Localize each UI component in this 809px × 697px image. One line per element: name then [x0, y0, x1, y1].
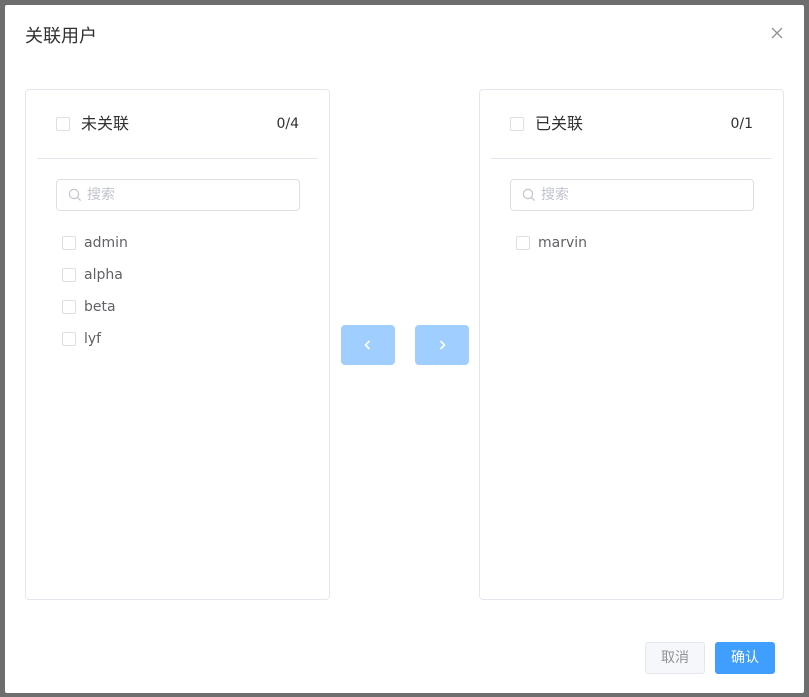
unassociated-panel: 未关联 0/4 admin alpha beta lyf — [25, 89, 330, 600]
chevron-left-icon — [364, 340, 371, 350]
move-to-right-button[interactable] — [415, 325, 469, 365]
dialog-title: 关联用户 — [25, 26, 97, 47]
item-checkbox[interactable] — [516, 236, 530, 250]
chevron-right-icon — [439, 340, 446, 350]
item-checkbox[interactable] — [62, 268, 76, 282]
list-item[interactable]: marvin — [516, 227, 587, 259]
unassociated-list: admin alpha beta lyf — [62, 227, 128, 355]
unassociated-search-input[interactable] — [87, 180, 287, 210]
close-button[interactable] — [770, 25, 784, 39]
associated-search-input[interactable] — [541, 180, 741, 210]
search-icon — [522, 188, 536, 202]
associated-panel-title: 已关联 — [535, 114, 584, 133]
select-all-unassociated-checkbox[interactable] — [56, 117, 70, 131]
unassociated-search — [56, 179, 300, 211]
unassociated-panel-title: 未关联 — [81, 114, 130, 133]
item-label: alpha — [84, 267, 123, 283]
item-checkbox[interactable] — [62, 236, 76, 250]
item-label: beta — [84, 299, 116, 315]
item-checkbox[interactable] — [62, 300, 76, 314]
associated-search — [510, 179, 754, 211]
item-label: admin — [84, 235, 128, 251]
move-to-left-button[interactable] — [341, 325, 395, 365]
item-label: marvin — [538, 235, 588, 251]
list-item[interactable]: alpha — [62, 259, 128, 291]
divider — [37, 158, 318, 159]
divider — [491, 158, 772, 159]
list-item[interactable]: admin — [62, 227, 128, 259]
associated-panel: 已关联 0/1 marvin — [479, 89, 784, 600]
associated-list: marvin — [516, 227, 587, 259]
search-icon — [68, 188, 82, 202]
list-item[interactable]: lyf — [62, 323, 128, 355]
item-checkbox[interactable] — [62, 332, 76, 346]
item-label: lyf — [84, 331, 102, 347]
associate-users-dialog: 关联用户 未关联 0/4 admin alpha beta lyf — [5, 5, 804, 693]
list-item[interactable]: beta — [62, 291, 128, 323]
confirm-button[interactable]: 确认 — [715, 642, 775, 674]
associated-count: 0/1 — [730, 116, 753, 132]
close-icon — [771, 27, 783, 39]
cancel-button[interactable]: 取消 — [645, 642, 705, 674]
select-all-associated-checkbox[interactable] — [510, 117, 524, 131]
unassociated-panel-header: 未关联 0/4 — [26, 90, 329, 158]
unassociated-count: 0/4 — [276, 116, 299, 132]
associated-panel-header: 已关联 0/1 — [480, 90, 783, 158]
